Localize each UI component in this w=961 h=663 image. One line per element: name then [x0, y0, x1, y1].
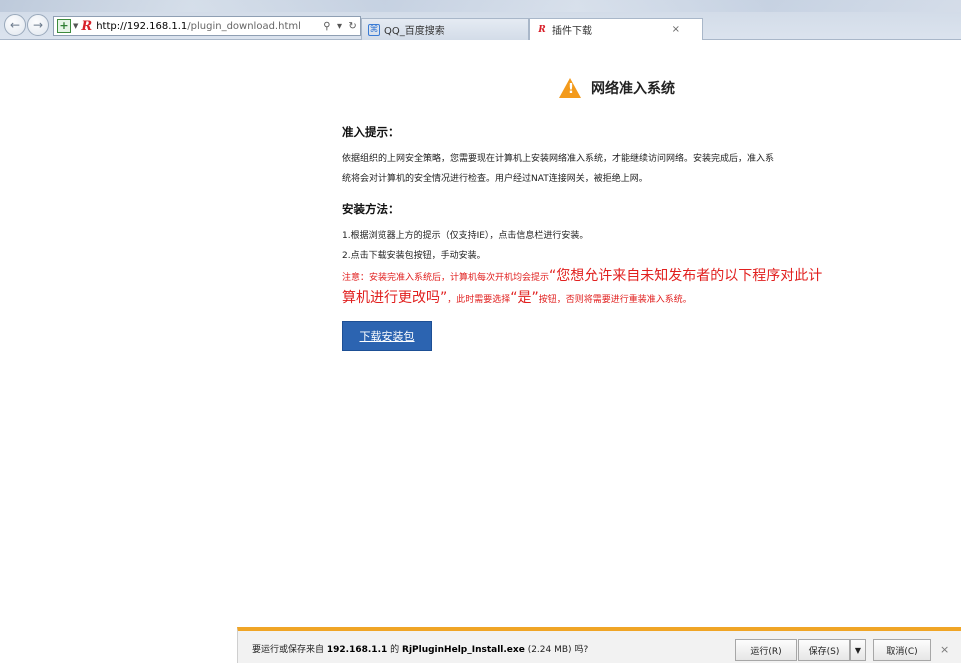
address-bar[interactable]: + ▼ R http://192.168.1.1/plugin_download… — [53, 16, 361, 36]
blurred-background — [0, 0, 961, 12]
r-logo-icon: R — [538, 24, 546, 35]
tab-label: QQ_百度搜索 — [384, 26, 445, 37]
notice-heading: 准入提示： — [342, 125, 400, 139]
page-header: ! 网络准入系统 — [372, 78, 862, 98]
tab-qq-search[interactable]: ⌘ QQ_百度搜索 — [361, 18, 529, 40]
compatibility-icon[interactable]: + — [57, 19, 71, 33]
main-content: ! 网络准入系统 准入提示： 依据组织的上网安全策略，您需要现在计算机上安装网络… — [342, 78, 862, 351]
close-icon[interactable]: × — [940, 643, 949, 656]
tab-label: 插件下载 — [552, 26, 592, 37]
notification-message: 要运行或保存来自 192.168.1.1 的 RjPluginHelp_Inst… — [252, 645, 589, 655]
chevron-down-icon[interactable]: ▾ — [337, 21, 342, 32]
download-package-button[interactable]: 下载安装包 — [342, 321, 432, 351]
close-icon[interactable]: × — [672, 24, 680, 35]
save-button[interactable]: 保存(S) — [798, 639, 850, 661]
step-1: 1.根据浏览器上方的提示（仅支持IE），点击信息栏进行安装。 — [342, 231, 589, 241]
warning-icon: ! — [559, 78, 581, 98]
refresh-icon[interactable]: ↻ — [348, 21, 356, 32]
download-size: (2.24 MB) — [527, 645, 572, 655]
cancel-button[interactable]: 取消(C) — [873, 639, 931, 661]
forward-arrow-icon: → — [32, 18, 44, 32]
forward-button[interactable]: → — [27, 14, 49, 36]
step-2: 2.点击下载安装包按钮，手动安装。 — [342, 251, 486, 261]
url-text[interactable]: http://192.168.1.1/plugin_download.html — [96, 21, 320, 32]
page-title: 网络准入系统 — [591, 81, 675, 97]
search-icon[interactable]: ⚲ — [323, 21, 330, 32]
chevron-down-icon[interactable]: ▼ — [73, 22, 78, 30]
tab-plugin-download[interactable]: R 插件下载 × — [529, 18, 703, 40]
notice-text-line2: 统将会对计算机的安全情况进行检查。用户经过NAT连接网关，被拒绝上网。 — [342, 174, 648, 184]
download-host: 192.168.1.1 — [326, 645, 388, 655]
browser-toolbar: ← → + ▼ R http://192.168.1.1/plugin_down… — [0, 0, 961, 40]
download-filename: RjPluginHelp_Install.exe — [402, 645, 525, 655]
save-options-chevron-down-icon[interactable]: ▼ — [850, 639, 866, 661]
back-arrow-icon: ← — [9, 18, 21, 32]
run-button[interactable]: 运行(R) — [735, 639, 797, 661]
qq-search-icon: ⌘ — [368, 23, 380, 36]
warning-note: 注意：安装完准入系统后，计算机每次开机均会提示“您想允许来自未知发布者的以下程序… — [342, 268, 823, 306]
method-heading: 安装方法： — [342, 202, 400, 216]
back-button[interactable]: ← — [4, 14, 26, 36]
notice-text-line1: 依据组织的上网安全策略，您需要现在计算机上安装网络准入系统，才能继续访问网络。安… — [342, 154, 775, 164]
site-logo-icon: R — [81, 18, 93, 34]
download-notification-bar: 要运行或保存来自 192.168.1.1 的 RjPluginHelp_Inst… — [237, 627, 961, 663]
